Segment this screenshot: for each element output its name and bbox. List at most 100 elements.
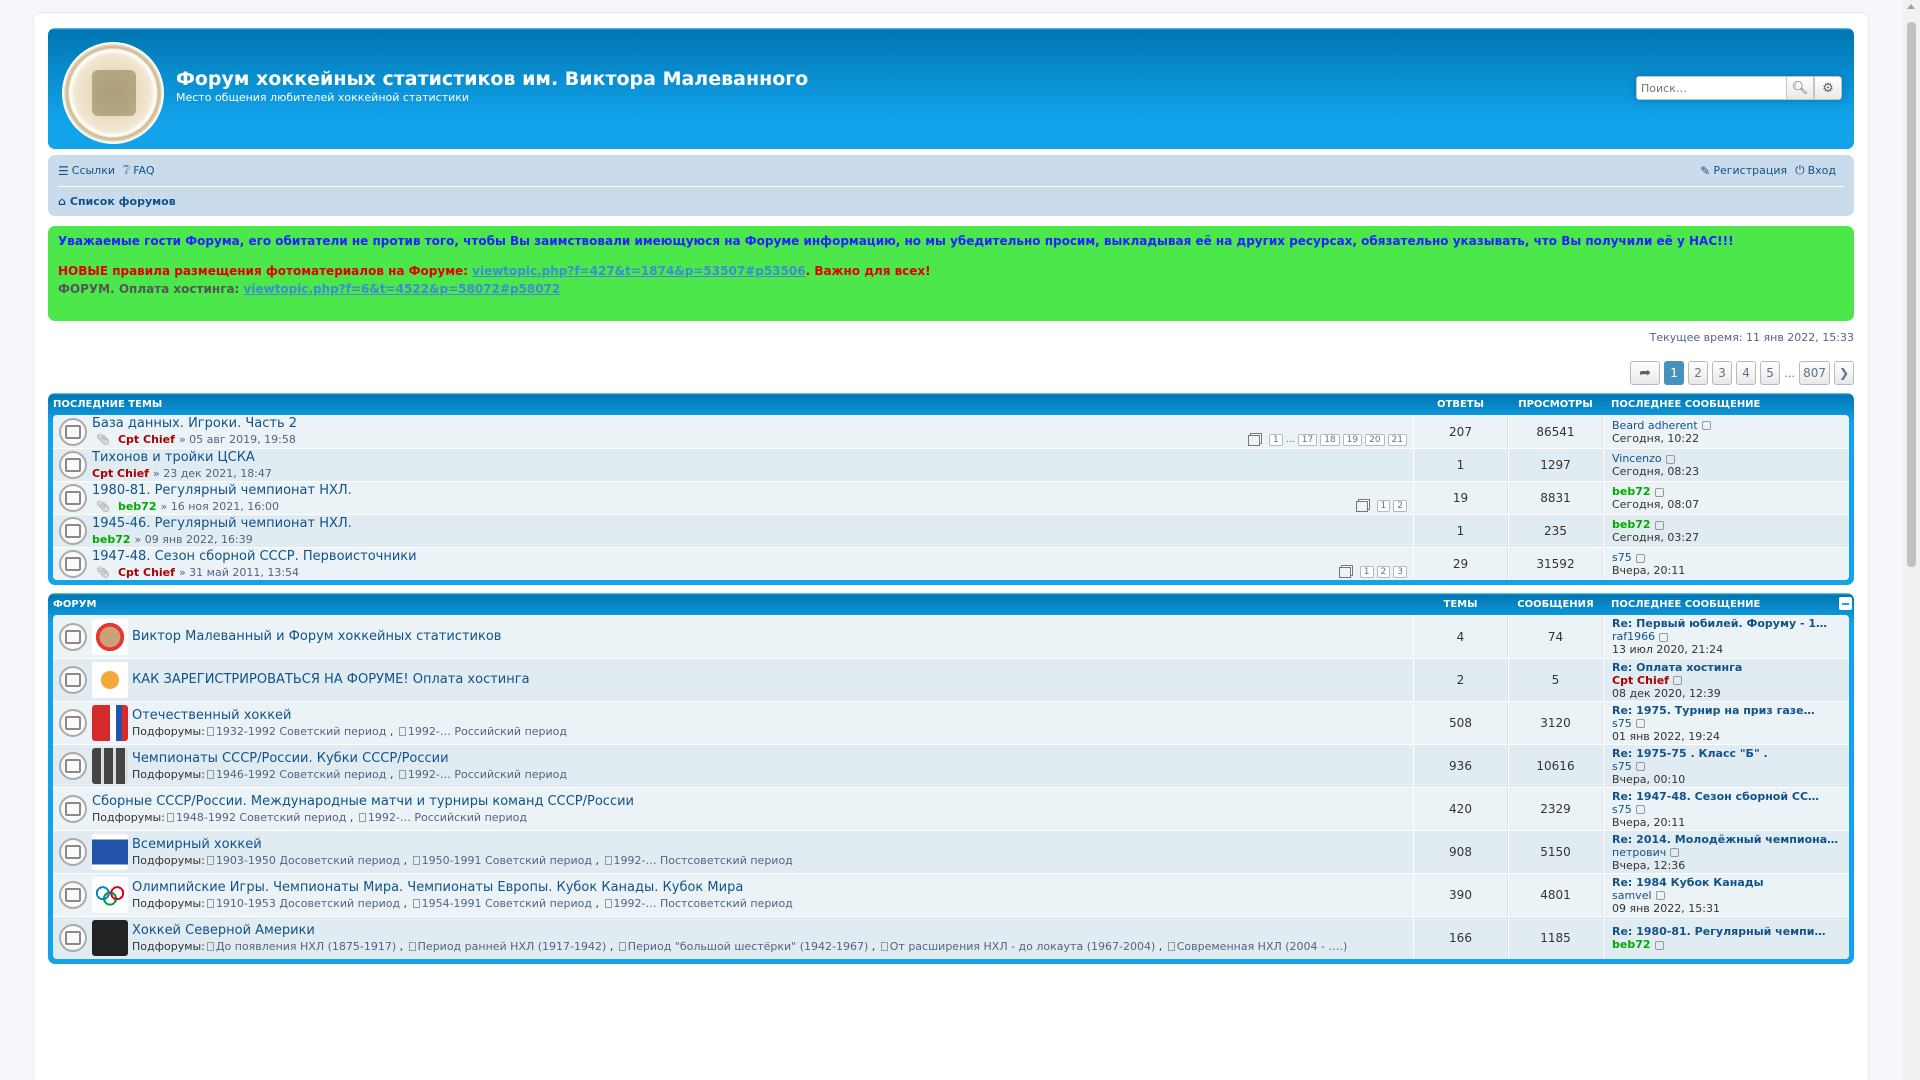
forum-title-link[interactable]: Всемирный хоккей <box>132 837 793 853</box>
last-post-title-link[interactable]: Re: Первый юбилей. Форуму - 1… <box>1612 617 1841 630</box>
collapse-icon[interactable] <box>1839 597 1852 610</box>
forum-title-link[interactable]: Чемпионаты СССР/России. Кубки СССР/Росси… <box>132 751 567 767</box>
forum-title-link[interactable]: Олимпийские Игры. Чемпионаты Мира. Чемпи… <box>132 880 793 896</box>
page-2[interactable]: 2 <box>1688 361 1709 385</box>
last-post-user-link[interactable]: петрович <box>1612 846 1666 859</box>
last-post-title-link[interactable]: Re: 1980-81. Регулярный чемпи… <box>1612 925 1841 938</box>
view-latest-post-icon[interactable] <box>1655 891 1665 900</box>
view-latest-post-icon[interactable] <box>1665 454 1675 464</box>
topic-page-link[interactable]: 2 <box>1393 500 1407 512</box>
last-post-user-link[interactable]: s75 <box>1612 551 1632 564</box>
last-post-title-link[interactable]: Re: Оплата хостинга <box>1612 661 1841 674</box>
topic-author-link[interactable]: beb72 <box>118 499 157 514</box>
topic-page-link[interactable]: 3 <box>1393 566 1407 578</box>
view-latest-post-icon[interactable] <box>1635 762 1645 771</box>
page-5[interactable]: 5 <box>1760 361 1781 385</box>
topic-page-link[interactable]: 20 <box>1365 434 1385 446</box>
view-latest-post-icon[interactable] <box>1654 940 1664 950</box>
last-post-title-link[interactable]: Re: 1984 Кубок Канады <box>1612 876 1841 889</box>
topic-title-link[interactable]: 1947-48. Сезон сборной СССР. Первоисточн… <box>92 549 417 565</box>
last-post-user-link[interactable]: Beard adherent <box>1612 419 1698 432</box>
subforum-link[interactable]: 1992-… Постсоветский период <box>614 897 793 910</box>
topic-page-link[interactable]: 1 <box>1376 500 1391 512</box>
forum-title-link[interactable]: Хоккей Северной Америки <box>132 923 1347 939</box>
last-post-user-link[interactable]: beb72 <box>1612 518 1651 531</box>
next-page-button[interactable]: ❯ <box>1834 361 1854 385</box>
subforum-link[interactable]: 1910-1953 Досоветский период <box>216 897 400 910</box>
view-latest-post-icon[interactable] <box>1635 805 1645 814</box>
subforum-link[interactable]: 1992-… Постсоветский период <box>614 854 793 867</box>
topic-page-link[interactable]: 2 <box>1376 566 1391 578</box>
links-menu[interactable]: ☰ Ссылки <box>58 164 115 178</box>
faq-link[interactable]: ❔︎ FAQ <box>123 163 155 178</box>
topic-page-link[interactable]: 17 <box>1297 434 1318 446</box>
search-input[interactable] <box>1636 76 1786 100</box>
topic-page-link[interactable]: 21 <box>1387 434 1407 446</box>
scroll-up-arrow-icon[interactable] <box>1907 4 1915 9</box>
topic-title-link[interactable]: База данных. Игроки. Часть 2 <box>92 416 297 432</box>
topic-author-link[interactable]: beb72 <box>92 532 131 547</box>
advanced-search-button[interactable]: ⚙ <box>1814 76 1842 100</box>
view-latest-post-icon[interactable] <box>1635 553 1645 563</box>
view-latest-post-icon[interactable] <box>1635 719 1645 728</box>
last-post-user-link[interactable]: raf1966 <box>1612 630 1655 643</box>
topic-author-link[interactable]: Cpt Chief <box>92 466 149 481</box>
forum-title-link[interactable]: Отечественный хоккей <box>132 708 567 724</box>
view-latest-post-icon[interactable] <box>1701 421 1711 430</box>
subforum-link[interactable]: От расширения НХЛ - до локаута (1967-200… <box>890 940 1155 953</box>
topic-page-link[interactable]: 1 <box>1269 434 1283 446</box>
view-latest-post-icon[interactable] <box>1654 520 1664 530</box>
last-post-title-link[interactable]: Re: 1975. Турнир на приз газе… <box>1612 704 1841 717</box>
page-1[interactable]: 1 <box>1664 361 1685 385</box>
last-post-user-link[interactable]: beb72 <box>1612 485 1651 498</box>
register-link[interactable]: ✎ Регистрация <box>1700 163 1787 178</box>
view-latest-post-icon[interactable] <box>1672 676 1682 685</box>
topic-title-link[interactable]: Тихонов и тройки ЦСКА <box>92 450 272 466</box>
view-latest-post-icon[interactable] <box>1654 487 1664 497</box>
subforum-link[interactable]: Современная НХЛ (2004 - ….) <box>1177 940 1348 953</box>
photo-rules-link[interactable]: viewtopic.php?f=427&t=1874&p=53507#p5350… <box>472 264 805 278</box>
last-post-user-link[interactable]: s75 <box>1612 717 1632 730</box>
subforum-link[interactable]: До появления НХЛ (1875-1917) <box>216 940 396 953</box>
subforum-link[interactable]: 1948-1992 Советский период <box>176 811 346 824</box>
subforum-link[interactable]: 1946-1992 Советский период <box>216 768 386 781</box>
forum-title-link[interactable]: КАК ЗАРЕГИСТРИРОВАТЬСЯ НА ФОРУМЕ! Оплата… <box>132 672 530 688</box>
view-latest-post-icon[interactable] <box>1670 848 1680 857</box>
topic-page-link[interactable]: 1 <box>1359 566 1374 578</box>
vertical-scrollbar[interactable] <box>1903 0 1920 1080</box>
topic-page-link[interactable]: 18 <box>1320 434 1340 446</box>
subforum-link[interactable]: 1992-… Российский период <box>408 725 567 738</box>
forum-title-link[interactable]: Сборные СССР/России. Международные матчи… <box>92 794 634 810</box>
subforum-link[interactable]: 1932-1992 Советский период <box>216 725 386 738</box>
forum-title-link[interactable]: Виктор Малеванный и Форум хоккейных стат… <box>132 629 501 645</box>
breadcrumb-forum-index[interactable]: ⌂ Список форумов <box>58 195 176 208</box>
last-post-user-link[interactable]: s75 <box>1612 760 1632 773</box>
subforum-link[interactable]: 1992-… Российский период <box>368 811 527 824</box>
last-post-user-link[interactable]: beb72 <box>1612 938 1651 951</box>
topic-author-link[interactable]: Cpt Chief <box>118 432 175 447</box>
site-logo[interactable] <box>62 42 164 144</box>
subforum-link[interactable]: 1992-… Российский период <box>408 768 567 781</box>
topic-title-link[interactable]: 1980-81. Регулярный чемпионат НХЛ. <box>92 483 352 499</box>
scrollbar-thumb[interactable] <box>1907 22 1916 567</box>
last-post-user-link[interactable]: Vincenzo <box>1612 452 1662 465</box>
hosting-link[interactable]: viewtopic.php?f=6&t=4522&p=58072#p58072 <box>244 282 561 296</box>
subforum-link[interactable]: Период "большой шестёрки" (1942-1967) <box>628 940 868 953</box>
topic-title-link[interactable]: 1945-46. Регулярный чемпионат НХЛ. <box>92 516 352 532</box>
jump-to-page-button[interactable]: ➦ <box>1630 361 1661 385</box>
last-post-title-link[interactable]: Re: 1947-48. Сезон сборной СС… <box>1612 790 1841 803</box>
last-post-user-link[interactable]: Cpt Chief <box>1612 674 1669 687</box>
last-post-user-link[interactable]: samvel <box>1612 889 1652 902</box>
site-title[interactable]: Форум хоккейных статистиков им. Виктора … <box>176 68 808 90</box>
page-3[interactable]: 3 <box>1712 361 1733 385</box>
topic-author-link[interactable]: Cpt Chief <box>118 565 175 580</box>
view-latest-post-icon[interactable] <box>1659 632 1669 642</box>
subforum-link[interactable]: 1903-1950 Досоветский период <box>216 854 400 867</box>
page-4[interactable]: 4 <box>1736 361 1757 385</box>
page-last[interactable]: 807 <box>1799 361 1830 385</box>
last-post-user-link[interactable]: s75 <box>1612 803 1632 816</box>
subforum-link[interactable]: 1954-1991 Советский период <box>422 897 592 910</box>
last-post-title-link[interactable]: Re: 1975-75 . Класс "Б" . <box>1612 747 1841 760</box>
last-post-title-link[interactable]: Re: 2014. Молодёжный чемпиона… <box>1612 833 1841 846</box>
search-button[interactable]: 🔍︎ <box>1786 76 1814 100</box>
